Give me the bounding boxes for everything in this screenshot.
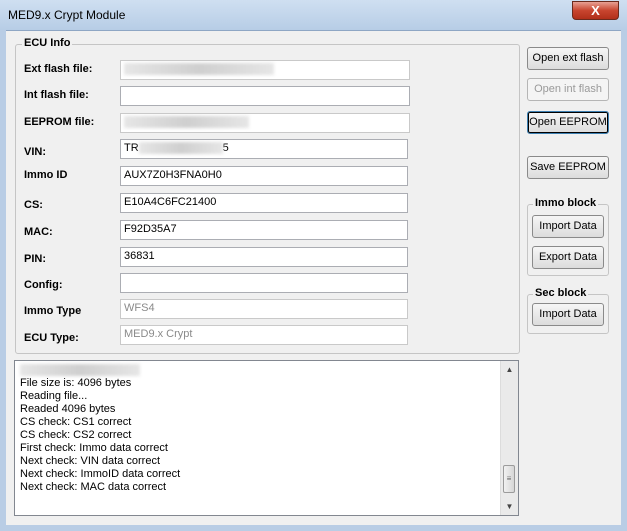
scroll-up-icon[interactable]: ▲ [501,361,518,378]
sec-import-data-button[interactable]: Import Data [532,303,604,326]
open-ext-flash-button[interactable]: Open ext flash [527,47,609,70]
log-scrollbar[interactable]: ▲ ≡ ▼ [500,361,518,515]
ecu-type-label: ECU Type: [24,332,79,344]
immo-export-data-button[interactable]: Export Data [532,246,604,269]
ext-flash-label: Ext flash file: [24,63,93,75]
log-line-redacted [20,364,500,377]
ecu-type-field: MED9.x Crypt [120,325,408,345]
log-line: Readed 4096 bytes [20,403,116,415]
immo-type-label: Immo Type [24,305,82,317]
sec-block-title: Sec block [533,287,589,299]
vin-field[interactable]: TR 5 [120,139,408,159]
ecu-info-title: ECU Info [22,37,73,49]
scroll-thumb[interactable]: ≡ [503,465,515,493]
window-title: MED9.x Crypt Module [8,8,126,22]
open-eeprom-button[interactable]: Open EEPROM [527,111,609,134]
config-field[interactable] [120,273,408,293]
window-frame-left [0,30,6,531]
vin-label: VIN: [24,146,46,158]
redacted-log-text [20,364,140,377]
vin-prefix: TR [124,142,139,154]
log-line: Reading file... [20,390,88,402]
immo-import-data-button[interactable]: Import Data [532,215,604,238]
log-line: File size is: 4096 bytes [20,377,132,389]
vin-suffix: 5 [222,142,229,154]
ext-flash-field [120,60,410,80]
log-line: Next check: MAC data correct [20,481,167,493]
cs-field[interactable]: E10A4C6FC21400 [120,193,408,213]
redacted-vin [138,142,223,155]
immo-id-label: Immo ID [24,169,68,181]
immo-block-title: Immo block [533,197,599,209]
window-frame-right [621,30,627,531]
log-line: CS check: CS1 correct [20,416,132,428]
log-lines: File size is: 4096 bytes Reading file...… [20,364,500,494]
log-line: First check: Immo data correct [20,442,168,454]
scroll-down-icon[interactable]: ▼ [501,498,518,515]
window-frame-bottom [0,525,627,531]
int-flash-field[interactable] [120,86,410,106]
pin-field[interactable]: 36831 [120,247,408,267]
mac-label: MAC: [24,226,53,238]
log-line: Next check: VIN data correct [20,455,160,467]
title-bar: MED9.x Crypt Module X [0,0,627,31]
immo-id-field[interactable]: AUX7Z0H3FNA0H0 [120,166,408,186]
int-flash-label: Int flash file: [24,89,89,101]
redacted-path [124,116,249,129]
config-label: Config: [24,279,63,291]
open-int-flash-button[interactable]: Open int flash [527,78,609,101]
log-textbox[interactable]: File size is: 4096 bytes Reading file...… [14,360,519,516]
log-line: Next check: ImmoID data correct [20,468,181,480]
mac-field[interactable]: F92D35A7 [120,220,408,240]
save-eeprom-button[interactable]: Save EEPROM [527,156,609,179]
redacted-path [124,63,274,76]
pin-label: PIN: [24,253,46,265]
cs-label: CS: [24,199,43,211]
eeprom-field [120,113,410,133]
immo-type-field: WFS4 [120,299,408,319]
eeprom-label: EEPROM file: [24,116,95,128]
close-button[interactable]: X [572,1,619,20]
log-line: CS check: CS2 correct [20,429,132,441]
